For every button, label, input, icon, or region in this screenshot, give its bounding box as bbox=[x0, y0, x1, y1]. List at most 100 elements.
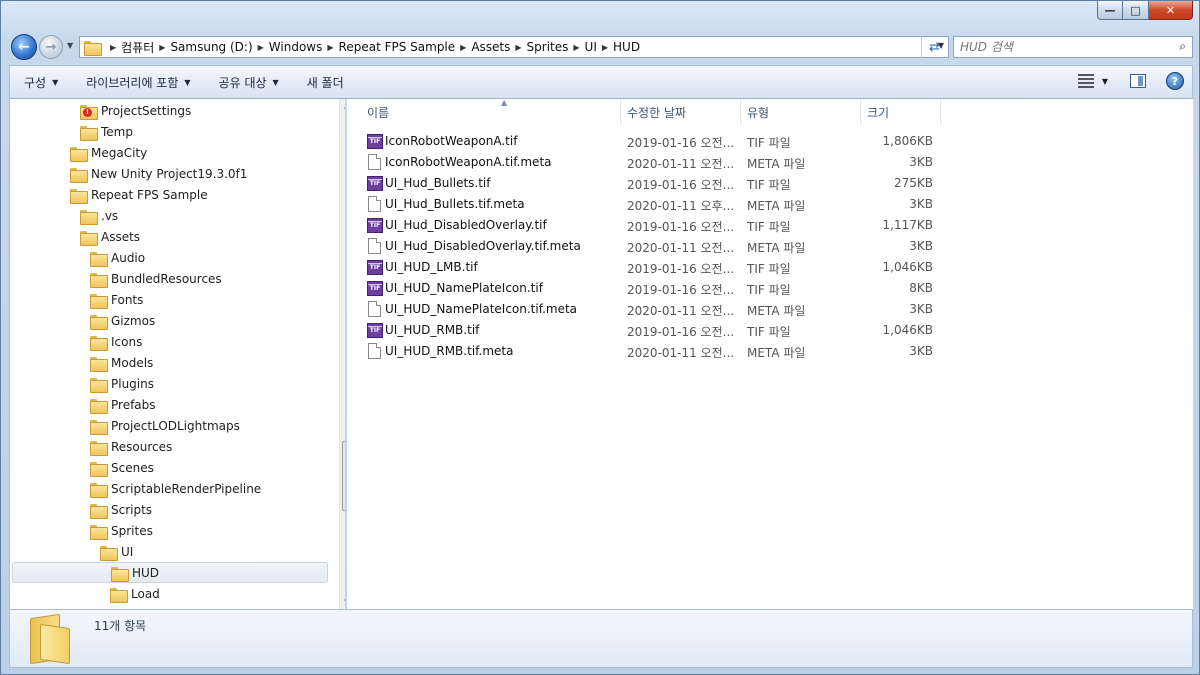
chevron-right-icon[interactable]: ▶ bbox=[154, 43, 170, 52]
file-modified: 2020-01-11 오후... bbox=[627, 199, 735, 213]
maximize-button[interactable]: □ bbox=[1123, 1, 1149, 20]
file-size: 3KB bbox=[909, 239, 933, 253]
navigation-scrollbar[interactable]: ▲ ▼ bbox=[339, 99, 345, 609]
share-with-button[interactable]: 공유 대상 ▼ bbox=[205, 66, 293, 98]
file-row[interactable]: IconRobotWeaponA.tif.meta 2020-01-11 오전..… bbox=[363, 152, 943, 173]
chevron-down-icon: ▼ bbox=[52, 77, 59, 87]
chevron-right-icon[interactable]: ▶ bbox=[105, 43, 121, 52]
item-count: 11개 항목 bbox=[94, 619, 147, 633]
chevron-down-icon[interactable]: ▼ bbox=[1102, 77, 1108, 86]
file-modified: 2019-01-16 오전... bbox=[627, 325, 735, 339]
tree-item[interactable]: ScriptableRenderPipeline bbox=[90, 478, 261, 499]
tree-item[interactable]: ProjectLODLightmaps bbox=[90, 415, 240, 436]
tree-item[interactable]: Resources bbox=[90, 436, 172, 457]
tree-item[interactable]: MegaCity bbox=[70, 142, 147, 163]
tree-item[interactable]: Icons bbox=[90, 331, 142, 352]
file-size: 8KB bbox=[909, 281, 933, 295]
file-row[interactable]: TIF UI_HUD_LMB.tif 2019-01-16 오전... TIF 파일 1… bbox=[363, 257, 943, 278]
search-icon[interactable]: ⌕ bbox=[1179, 39, 1186, 54]
tree-item[interactable]: Models bbox=[90, 352, 153, 373]
tree-item[interactable]: UI bbox=[100, 541, 133, 562]
minimize-button[interactable]: — bbox=[1097, 1, 1123, 20]
file-modified: 2019-01-16 오전... bbox=[627, 220, 735, 234]
file-row[interactable]: TIF IconRobotWeaponA.tif 2019-01-16 오전... T… bbox=[363, 131, 943, 152]
tree-item[interactable]: BundledResources bbox=[90, 268, 222, 289]
recent-pages-dropdown-icon[interactable]: ▼ bbox=[67, 41, 73, 50]
include-in-library-button[interactable]: 라이브러리에 포함 ▼ bbox=[72, 66, 204, 98]
chevron-right-icon[interactable]: ▶ bbox=[568, 43, 584, 52]
file-size: 1,046KB bbox=[882, 260, 933, 274]
search-input[interactable] bbox=[954, 37, 1164, 57]
chevron-right-icon[interactable]: ▶ bbox=[253, 43, 269, 52]
file-type: META 파일 bbox=[747, 304, 806, 318]
folder-icon bbox=[80, 209, 98, 225]
close-button[interactable]: ✕ bbox=[1149, 1, 1193, 20]
file-size: 1,117KB bbox=[882, 218, 933, 232]
breadcrumb-sprites[interactable]: Sprites bbox=[527, 40, 569, 54]
new-folder-button[interactable]: 새 폴더 bbox=[293, 66, 358, 98]
search-box[interactable]: ⌕ bbox=[953, 36, 1193, 58]
breadcrumb-repeat-fps-sample[interactable]: Repeat FPS Sample bbox=[339, 40, 456, 54]
breadcrumb-windows[interactable]: Windows bbox=[269, 40, 323, 54]
file-row[interactable]: UI_HUD_RMB.tif.meta 2020-01-11 오전... META … bbox=[363, 341, 943, 362]
column-header-modified[interactable]: 수정한 날짜 bbox=[621, 99, 741, 125]
chevron-right-icon[interactable]: ▶ bbox=[322, 43, 338, 52]
tree-item[interactable]: Repeat FPS Sample bbox=[70, 184, 208, 205]
breadcrumb-ui[interactable]: UI bbox=[585, 40, 597, 54]
address-bar[interactable]: ▶ 컴퓨터 ▶ Samsung (D:) ▶ Windows ▶ Repeat … bbox=[79, 36, 949, 58]
breadcrumb-assets[interactable]: Assets bbox=[471, 40, 510, 54]
file-row[interactable]: TIF UI_HUD_NamePlateIcon.tif 2019-01-16 오전… bbox=[363, 278, 943, 299]
tree-item[interactable]: Scripts bbox=[90, 499, 152, 520]
refresh-icon[interactable]: ⇄ bbox=[921, 36, 947, 58]
file-row[interactable]: UI_Hud_DisabledOverlay.tif.meta 2020-01-1… bbox=[363, 236, 943, 257]
file-row[interactable]: UI_Hud_Bullets.tif.meta 2020-01-11 오후... M… bbox=[363, 194, 943, 215]
forward-arrow-icon[interactable]: → bbox=[39, 35, 63, 59]
preview-pane-icon[interactable] bbox=[1130, 74, 1146, 88]
file-type: META 파일 bbox=[747, 346, 806, 360]
tree-item[interactable]: Sprites bbox=[90, 520, 153, 541]
tree-item[interactable]: Audio bbox=[90, 247, 145, 268]
file-row[interactable]: TIF UI_Hud_Bullets.tif 2019-01-16 오전... TIF… bbox=[363, 173, 943, 194]
tree-item[interactable]: Plugins bbox=[90, 373, 154, 394]
file-row[interactable]: TIF UI_Hud_DisabledOverlay.tif 2019-01-16 … bbox=[363, 215, 943, 236]
tree-item[interactable]: New Unity Project19.3.0f1 bbox=[70, 163, 247, 184]
scrollbar-thumb[interactable] bbox=[342, 441, 345, 511]
column-header-name[interactable]: 이름 ▲ bbox=[361, 98, 621, 125]
navigation-pane[interactable]: ▲ ▼ ! ProjectSettings Temp MegaCity New Unit… bbox=[9, 99, 345, 609]
help-icon[interactable]: ? bbox=[1166, 72, 1184, 90]
share-with-label: 공유 대상 bbox=[218, 75, 267, 90]
tree-item[interactable]: HUD bbox=[12, 562, 328, 583]
file-modified: 2020-01-11 오전... bbox=[627, 346, 735, 360]
breadcrumb-drive[interactable]: Samsung (D:) bbox=[170, 40, 252, 54]
organize-button[interactable]: 구성 ▼ bbox=[10, 66, 72, 98]
tree-item[interactable]: Scenes bbox=[90, 457, 154, 478]
view-options-icon[interactable] bbox=[1077, 74, 1094, 88]
tree-item[interactable]: Assets bbox=[80, 226, 140, 247]
file-type: TIF 파일 bbox=[747, 262, 791, 276]
tree-item[interactable]: Temp bbox=[80, 121, 133, 142]
column-header-type[interactable]: 유형 bbox=[741, 99, 861, 125]
back-arrow-icon[interactable]: ← bbox=[11, 34, 37, 60]
chevron-right-icon[interactable]: ▶ bbox=[510, 43, 526, 52]
file-list[interactable]: 이름 ▲ 수정한 날짜 유형 크기 TIF IconRobotWeaponA.ti… bbox=[347, 98, 1193, 609]
tree-item[interactable]: Gizmos bbox=[90, 310, 155, 331]
tree-item[interactable]: Prefabs bbox=[90, 394, 156, 415]
tree-item[interactable]: ! ProjectSettings bbox=[80, 100, 191, 121]
scroll-up-icon[interactable]: ▲ bbox=[344, 102, 345, 110]
sort-ascending-icon: ▲ bbox=[501, 98, 508, 107]
column-header-size[interactable]: 크기 bbox=[861, 99, 941, 125]
file-type: TIF 파일 bbox=[747, 220, 791, 234]
scroll-down-icon[interactable]: ▼ bbox=[344, 598, 345, 606]
breadcrumb-computer[interactable]: 컴퓨터 bbox=[121, 39, 154, 56]
chevron-right-icon[interactable]: ▶ bbox=[597, 43, 613, 52]
tree-item[interactable]: Load bbox=[110, 583, 160, 604]
breadcrumb-hud[interactable]: HUD bbox=[613, 40, 640, 54]
chevron-right-icon[interactable]: ▶ bbox=[455, 43, 471, 52]
file-row[interactable]: UI_HUD_NamePlateIcon.tif.meta 2020-01-11 … bbox=[363, 299, 943, 320]
file-type: TIF 파일 bbox=[747, 283, 791, 297]
file-name: IconRobotWeaponA.tif bbox=[385, 134, 518, 148]
tree-item[interactable]: Fonts bbox=[90, 289, 143, 310]
tree-item[interactable]: .vs bbox=[80, 205, 118, 226]
file-row[interactable]: TIF UI_HUD_RMB.tif 2019-01-16 오전... TIF 파일 1… bbox=[363, 320, 943, 341]
folder-icon bbox=[30, 613, 74, 665]
